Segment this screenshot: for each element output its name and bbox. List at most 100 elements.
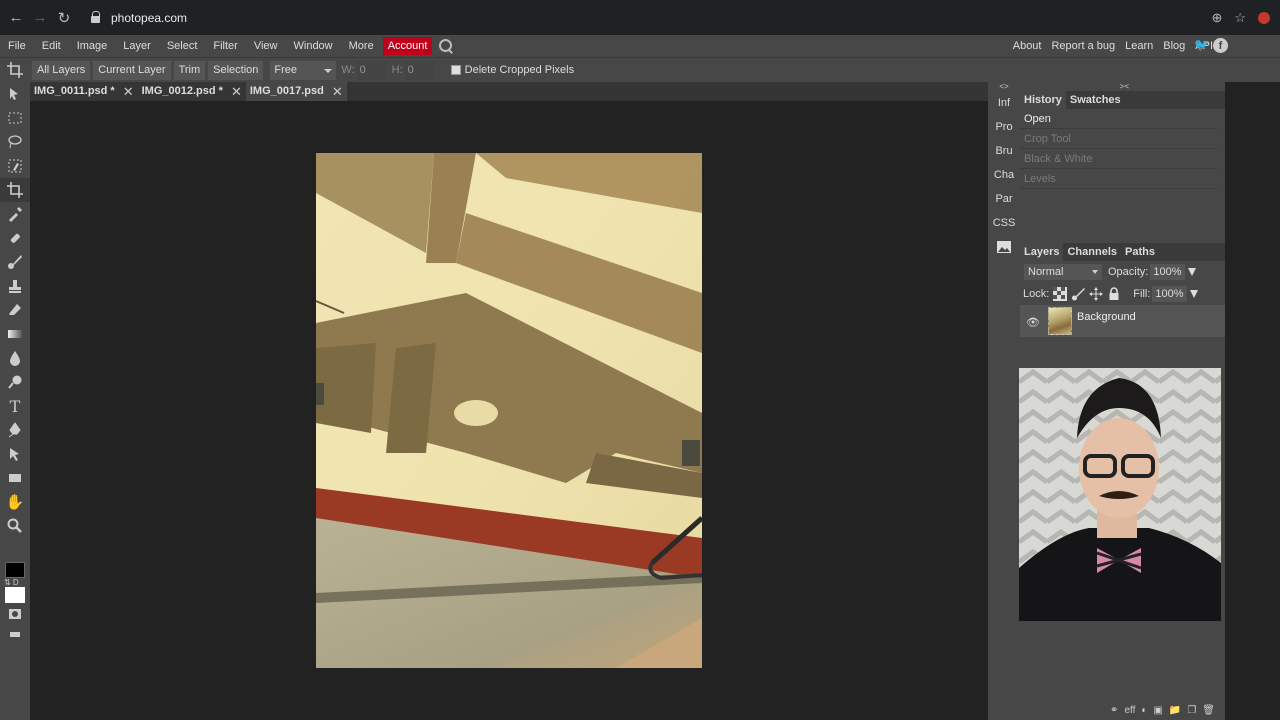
selection-button[interactable]: Selection <box>208 60 264 80</box>
lock-pixels-icon[interactable] <box>1071 287 1086 301</box>
background-color-swatch[interactable] <box>5 587 25 603</box>
healing-brush-tool-icon[interactable] <box>0 226 30 250</box>
marquee-tool-icon[interactable] <box>0 106 30 130</box>
close-icon[interactable]: ✕ <box>231 82 242 101</box>
new-layer-icon[interactable]: ❐ <box>1187 705 1196 716</box>
current-layer-button[interactable]: Current Layer <box>93 60 171 80</box>
crop-icon[interactable] <box>0 178 30 202</box>
menu-edit[interactable]: Edit <box>34 35 69 57</box>
pen-tool-icon[interactable] <box>0 418 30 442</box>
layer-mask-icon[interactable]: ▣ <box>1153 705 1162 716</box>
delete-layer-icon[interactable]: 🗑 <box>1202 705 1215 716</box>
menu-image[interactable]: Image <box>69 35 116 57</box>
delete-cropped-checkbox[interactable] <box>450 65 461 75</box>
collapse-panels-toggle[interactable]: >< <box>1020 82 1225 91</box>
eraser-tool-icon[interactable] <box>0 298 30 322</box>
extension-icon[interactable] <box>1258 11 1270 24</box>
close-icon[interactable]: ✕ <box>332 82 343 101</box>
brush-tool-icon[interactable] <box>0 250 30 274</box>
move-tool-icon[interactable] <box>0 82 30 106</box>
account-button[interactable]: Account <box>382 37 433 55</box>
forward-arrow-icon[interactable]: → <box>28 6 52 30</box>
link-report-bug[interactable]: Report a bug <box>1046 35 1120 57</box>
menu-filter[interactable]: Filter <box>205 35 245 57</box>
new-group-icon[interactable]: 📁 <box>1169 705 1181 716</box>
height-field[interactable]: 0 <box>404 60 435 80</box>
canvas-area[interactable] <box>30 101 988 720</box>
eyedropper-tool-icon[interactable] <box>0 202 30 226</box>
info-panel-button[interactable]: Inf <box>988 91 1020 115</box>
tab-swatches[interactable]: Swatches <box>1066 91 1125 109</box>
zoom-tool-icon[interactable] <box>0 514 30 538</box>
doc-tab[interactable]: IMG_0011.psd * ✕ <box>30 82 138 101</box>
address-bar[interactable]: photopea.com <box>82 5 1252 30</box>
layer-effects-button[interactable]: eff <box>1124 705 1135 716</box>
back-arrow-icon[interactable]: ← <box>4 6 28 30</box>
gradient-tool-icon[interactable] <box>0 322 30 346</box>
facebook-icon[interactable]: f <box>1213 38 1228 53</box>
screen-mode-icon[interactable] <box>0 622 30 646</box>
tab-paths[interactable]: Paths <box>1121 243 1159 261</box>
history-item[interactable]: Levels <box>1020 169 1217 189</box>
install-app-icon[interactable]: ⊕ <box>1211 10 1222 26</box>
properties-panel-button[interactable]: Pro <box>988 115 1020 139</box>
link-learn[interactable]: Learn <box>1120 35 1158 57</box>
close-icon[interactable]: ✕ <box>123 82 134 101</box>
menu-layer[interactable]: Layer <box>115 35 159 57</box>
history-item[interactable]: Open <box>1020 109 1217 129</box>
menu-view[interactable]: View <box>246 35 286 57</box>
opacity-field[interactable]: 100% <box>1150 264 1185 280</box>
blend-mode-select[interactable]: Normal <box>1024 264 1102 280</box>
swap-colors-icon[interactable]: ⇅ D <box>4 578 19 587</box>
doc-tab-active[interactable]: IMG_0017.psd ✕ <box>245 82 347 101</box>
lock-transparency-icon[interactable] <box>1053 287 1068 301</box>
reload-icon[interactable]: ↻ <box>52 6 76 30</box>
tab-history[interactable]: History <box>1020 91 1066 109</box>
rectangle-tool-icon[interactable] <box>0 466 30 490</box>
expand-panels-toggle[interactable]: <> <box>988 82 1020 91</box>
link-layers-icon[interactable]: ⚭ <box>1110 705 1118 716</box>
adjustment-layer-icon[interactable]: ◐ <box>1141 705 1147 716</box>
lock-position-icon[interactable] <box>1089 287 1104 301</box>
magic-wand-tool-icon[interactable] <box>0 154 30 178</box>
history-item[interactable]: Crop Tool <box>1020 129 1217 149</box>
menu-window[interactable]: Window <box>286 35 341 57</box>
history-item[interactable]: Black & White <box>1020 149 1217 169</box>
layer-row[interactable]: 👁 Background <box>1020 305 1225 337</box>
hand-tool-icon[interactable]: ✋ <box>0 490 30 514</box>
menu-select[interactable]: Select <box>159 35 206 57</box>
foreground-color-swatch[interactable] <box>5 562 25 578</box>
trim-button[interactable]: Trim <box>173 60 206 80</box>
menu-more[interactable]: More <box>341 35 382 57</box>
lock-all-icon[interactable] <box>1107 287 1121 301</box>
opacity-dropdown-icon[interactable] <box>1187 268 1196 276</box>
all-layers-button[interactable]: All Layers <box>32 60 91 80</box>
tab-channels[interactable]: Channels <box>1063 243 1121 261</box>
bookmark-star-icon[interactable]: ☆ <box>1234 10 1246 26</box>
css-panel-button[interactable]: CSS <box>988 211 1020 235</box>
link-blog[interactable]: Blog <box>1158 35 1190 57</box>
eye-icon[interactable]: 👁 <box>1026 316 1044 329</box>
twitter-icon[interactable]: 🐦 <box>1194 38 1209 52</box>
crop-tool-icon[interactable] <box>0 58 30 83</box>
brush-panel-button[interactable]: Bru <box>988 139 1020 163</box>
tab-layers[interactable]: Layers <box>1020 243 1064 261</box>
link-about[interactable]: About <box>1008 35 1047 57</box>
dodge-tool-icon[interactable] <box>0 370 30 394</box>
text-tool-icon[interactable]: T <box>0 394 30 418</box>
lasso-tool-icon[interactable] <box>0 130 30 154</box>
image-panel-icon[interactable] <box>988 235 1020 259</box>
fill-field[interactable]: 100% <box>1152 286 1187 302</box>
fill-dropdown-icon[interactable] <box>1189 290 1198 298</box>
search-icon[interactable] <box>438 38 454 54</box>
paragraph-panel-button[interactable]: Par <box>988 187 1020 211</box>
doc-tab[interactable]: IMG_0012.psd * ✕ <box>138 82 246 101</box>
width-field[interactable]: 0 <box>356 60 387 80</box>
ratio-select[interactable]: Free <box>270 60 337 80</box>
menu-file[interactable]: File <box>0 35 34 57</box>
character-panel-button[interactable]: Cha <box>988 163 1020 187</box>
blur-tool-icon[interactable] <box>0 346 30 370</box>
document-image[interactable] <box>316 153 702 668</box>
path-select-tool-icon[interactable] <box>0 442 30 466</box>
clone-stamp-tool-icon[interactable] <box>0 274 30 298</box>
